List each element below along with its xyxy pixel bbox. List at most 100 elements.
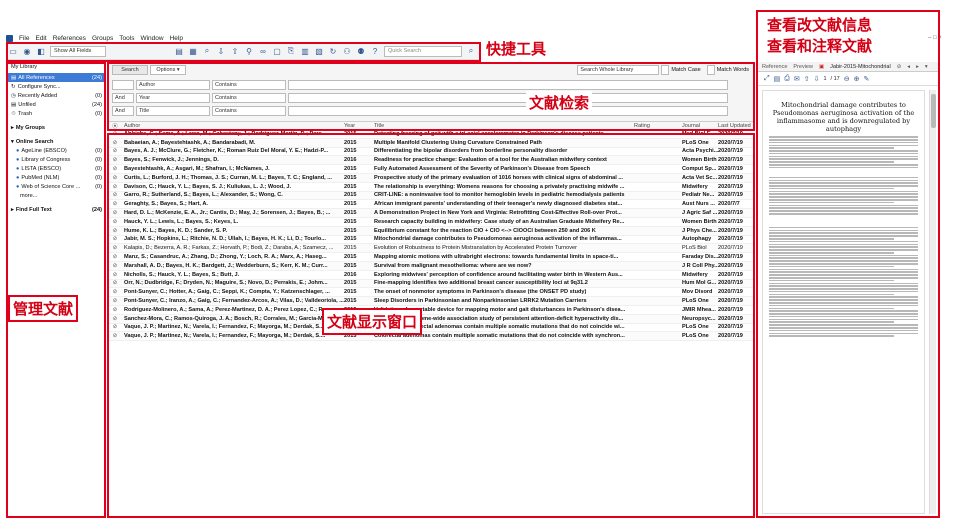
search-field-2[interactable]: Year [136, 93, 210, 103]
table-row[interactable]: ⊘ Garro, R.; Sutherland, S.; Bayes, L.; A… [108, 191, 753, 201]
menu-help[interactable]: Help [170, 35, 183, 42]
table-row[interactable]: ⊘ Hard, D. L.; McKenzie, E. A., Jr.; Cant… [108, 209, 753, 218]
table-row[interactable]: ⊘ Pont-Sunyer, C.; Hotter, A.; Gaig, C.; … [108, 288, 753, 298]
table-row[interactable]: ⊘ Vaque, J. P.; Martinez, N.; Varela, I.;… [108, 332, 753, 342]
attach-icon[interactable]: ⊘ [897, 64, 902, 70]
search-button[interactable]: Search [112, 65, 148, 75]
search-value-3[interactable] [288, 106, 728, 116]
open-folder-icon[interactable]: ▢ [272, 46, 282, 56]
sidebar-item-web-of-science[interactable]: ● Web of Science Core ... (0) [8, 182, 105, 191]
print-icon[interactable]: ⎙ [784, 75, 790, 83]
sidebar-item-all-references[interactable]: ▤ All References (24) [8, 73, 105, 82]
insert-citation-icon[interactable]: ⎘ [286, 46, 296, 56]
column-author[interactable]: Author [122, 123, 344, 129]
match-case-checkbox[interactable] [661, 65, 670, 75]
sidebar-item-recently-added[interactable]: ◷ Recently Added (0) [8, 91, 105, 100]
tab-pdf[interactable]: Jabir-2015-Mitochondrial [830, 64, 891, 70]
search-op-2[interactable]: Contains [212, 93, 286, 103]
sidebar-item-library-of-congress[interactable]: ● Library of Congress (0) [8, 155, 105, 164]
sidebar-item-unfiled[interactable]: ▤ Unfiled (24) [8, 100, 105, 109]
sidebar-online-search[interactable]: ▾ Online Search [8, 137, 105, 146]
open-pdf-icon[interactable]: ⤢ [764, 75, 770, 83]
share-icon[interactable]: ⚇ [342, 46, 352, 56]
column-last-updated[interactable]: Last Updated [718, 123, 752, 129]
menu-edit[interactable]: Edit [35, 35, 46, 42]
search-op-3[interactable]: Contains [212, 106, 286, 116]
table-row[interactable]: ⊘ Nicholls, S.; Hauck, Y. L.; Bayes, S.; … [108, 271, 753, 280]
prev-tab-icon[interactable]: ◂ [907, 64, 910, 70]
table-row[interactable]: ⊘ Kalapis, D.; Bezerra, A. R.; Farkas, Z.… [108, 244, 753, 254]
table-row[interactable]: ⊘ Bayestehtashk, A.; Asgari, M.; Shafran,… [108, 165, 753, 174]
table-row[interactable]: ⊘ Hume, K. L.; Bayes, K. D.; Sander, S. P… [108, 226, 753, 236]
sidebar-item-ageline[interactable]: ● AgeLine (EBSCO) (0) [8, 146, 105, 155]
table-row[interactable]: ⊘ Curtis, L.; Burford, J. H.; Thomas, J. … [108, 173, 753, 183]
integrated-library-icon[interactable]: ◧ [36, 46, 46, 56]
scrollbar-thumb[interactable] [931, 94, 936, 128]
save-icon[interactable]: ▤ [774, 75, 781, 83]
search-bool-2[interactable]: And [112, 93, 134, 103]
import-icon[interactable]: ⇩ [216, 46, 226, 56]
match-words-checkbox[interactable] [706, 65, 715, 75]
annotate-icon[interactable]: ✎ [863, 75, 869, 83]
sync-icon[interactable]: ↻ [328, 46, 338, 56]
search-op-1[interactable]: Contains [212, 80, 286, 90]
search-online-icon[interactable]: ⌕ [202, 46, 212, 56]
table-row[interactable]: ⊘ Babaeian, A.; Bayestehtashk, A.; Bandar… [108, 138, 753, 148]
search-value-1[interactable] [288, 80, 728, 90]
zoom-in-icon[interactable]: ⊕ [854, 75, 860, 83]
online-search-icon[interactable]: ◉ [22, 46, 32, 56]
page-up-icon[interactable]: ⇧ [804, 75, 810, 83]
help-icon[interactable]: ? [370, 46, 380, 56]
search-scope-select[interactable]: Search Whole Library [577, 65, 660, 75]
search-bool-1[interactable] [112, 80, 134, 90]
column-journal[interactable]: Journal [682, 123, 718, 129]
table-row[interactable]: ⊘ Ahlrichs, C.; Sama, A.; Lawo, M.; Cabes… [108, 130, 753, 139]
tab-preview[interactable]: Preview [793, 64, 813, 70]
sidebar-item-configure-sync[interactable]: ↻ Configure Sync... [8, 82, 105, 91]
new-reference-icon[interactable]: ▧ [314, 46, 324, 56]
quick-search-input[interactable]: Quick Search [384, 45, 462, 57]
format-bibliography-icon[interactable]: ▥ [300, 46, 310, 56]
page-down-icon[interactable]: ⇩ [814, 75, 820, 83]
menu-window[interactable]: Window [140, 35, 163, 42]
sidebar-more-link[interactable]: more... [8, 191, 105, 200]
sidebar-item-trash[interactable]: ♲ Trash (0) [8, 109, 105, 118]
table-row[interactable]: ⊘ Bayes, A. J.; McClure, G.; Fletcher, K.… [108, 148, 753, 157]
zoom-out-icon[interactable]: ⊖ [844, 75, 850, 83]
search-bool-3[interactable]: And [112, 106, 134, 116]
table-row[interactable]: ⊘ Jabir, M. S.; Hopkins, L.; Ritchie, N. … [108, 236, 753, 245]
local-library-icon[interactable]: ▭ [8, 46, 18, 56]
table-row[interactable]: ⊘ Bayes, S.; Fenwick, J.; Jennings, D. 201… [108, 156, 753, 166]
next-tab-icon[interactable]: ▸ [916, 64, 919, 70]
group-field-select[interactable]: Show All Fields [50, 45, 106, 57]
email-icon[interactable]: ✉ [794, 75, 800, 83]
table-row[interactable]: ⊘ Davison, C.; Hauck, Y. L.; Bayes, S. J.… [108, 183, 753, 192]
search-icon[interactable]: ⌕ [466, 46, 476, 56]
search-field-3[interactable]: Title [136, 106, 210, 116]
table-row[interactable]: ⊘ Manz, S.; Casandruc, A.; Zhang, D.; Zho… [108, 253, 753, 262]
menu-file[interactable]: File [19, 35, 29, 42]
options-button[interactable]: Options ▾ [150, 65, 186, 75]
table-row[interactable]: ⊘ Hauck, Y. L.; Lewis, L.; Bayes, S.; Key… [108, 218, 753, 227]
copy-formatted-icon[interactable]: ▤ [174, 46, 184, 56]
page-number[interactable]: 1 [823, 76, 826, 82]
column-title[interactable]: Title [374, 123, 634, 129]
column-rating[interactable]: Rating [634, 123, 682, 129]
table-row[interactable]: ⊘ Geraghty, S.; Bayes, S.; Hart, A. 2015 Af… [108, 200, 753, 210]
table-row[interactable]: ⊘ Pont-Sunyer, C.; Iranzo, A.; Gaig, C.; … [108, 297, 753, 306]
tab-reference[interactable]: Reference [762, 64, 787, 70]
table-row[interactable]: ⊘ Sanchez-Mora, C.; Ramos-Quiroga, J. A.;… [108, 314, 753, 324]
reader-scrollbar[interactable] [929, 90, 936, 514]
search-value-2[interactable] [288, 93, 728, 103]
find-icon[interactable]: ⚲ [244, 46, 254, 56]
menu-groups[interactable]: Groups [92, 35, 113, 42]
table-row[interactable]: ⊘ Vaque, J. P.; Martinez, N.; Varela, I.;… [108, 324, 753, 333]
sidebar-item-pubmed[interactable]: ● PubMed (NLM) (0) [8, 173, 105, 182]
sidebar-item-lista[interactable]: ● LISTA (EBSCO) (0) [8, 164, 105, 173]
export-icon[interactable]: ⇧ [230, 46, 240, 56]
column-year[interactable]: Year [344, 123, 374, 129]
window-controls[interactable]: – □ × [928, 35, 942, 41]
find-full-text-icon[interactable]: ▦ [188, 46, 198, 56]
menu-tools[interactable]: Tools [119, 35, 134, 42]
table-row[interactable]: ⊘ Rodriguez-Molinero, A.; Sama, A.; Perez… [108, 306, 753, 315]
